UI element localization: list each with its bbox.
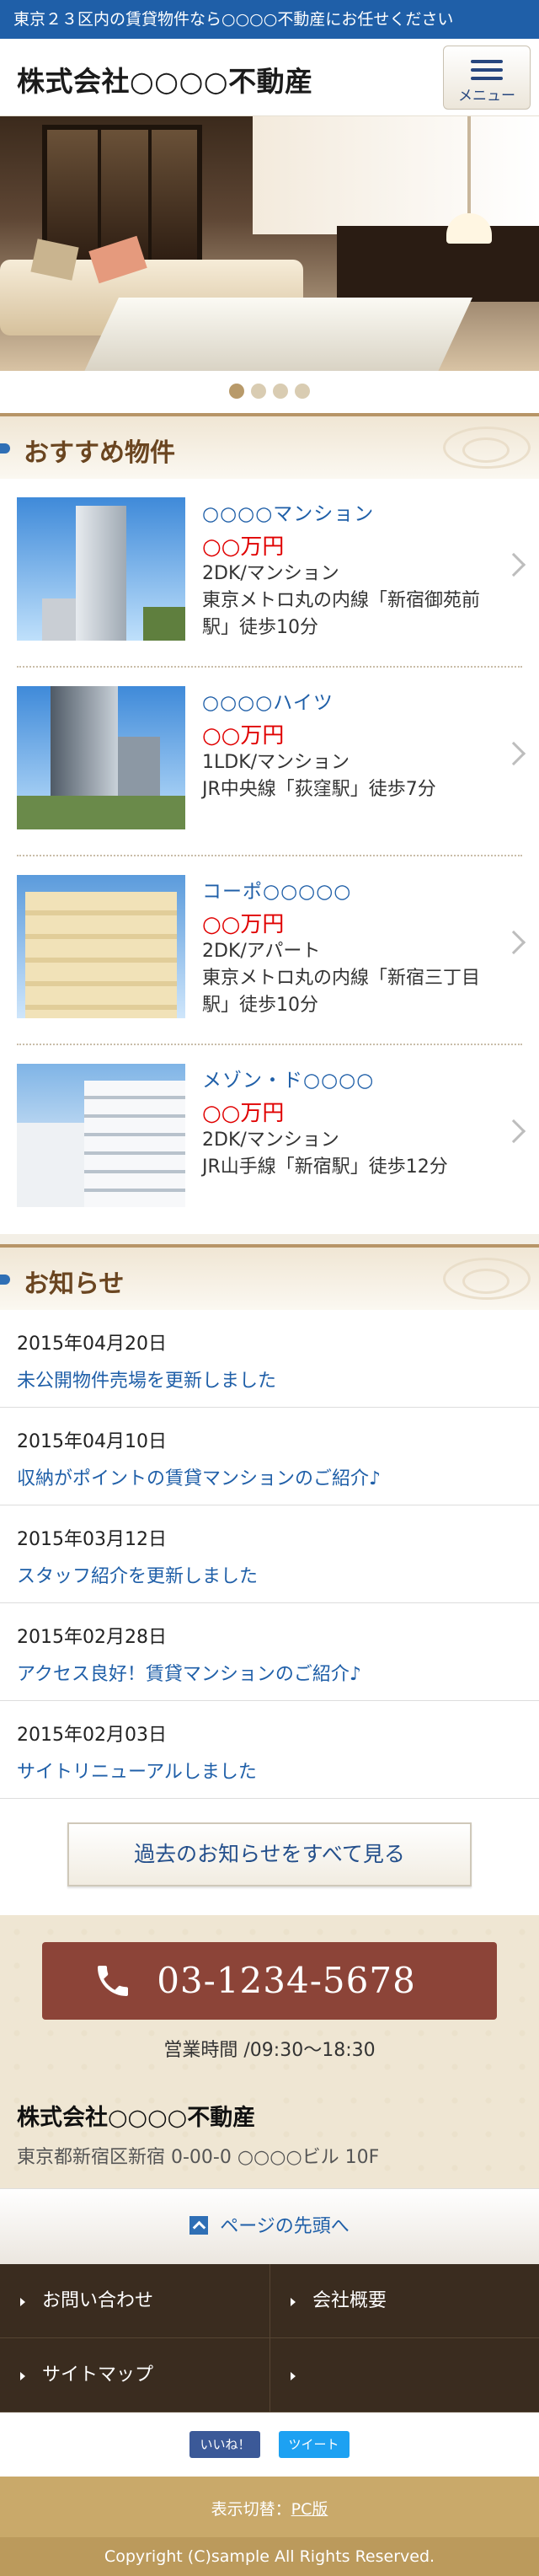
arrow-up-icon: [189, 2216, 209, 2235]
news-date: 2015年02月03日: [17, 1725, 167, 1746]
property-access: JR山手線「新宿駅」徒歩12分: [202, 1157, 448, 1178]
footer-link-contact[interactable]: お問い合わせ: [0, 2264, 270, 2337]
property-type: 2DK/アパート: [202, 941, 321, 962]
phone-call-button[interactable]: 03-1234-5678: [42, 1942, 497, 2020]
facebook-like-button[interactable]: いいね！: [189, 2431, 261, 2458]
top-announcement-bar: 東京２３区内の賃貸物件なら○○○○不動産にお任せください: [0, 0, 539, 39]
footer-link-label: お問い合わせ: [42, 2290, 154, 2311]
site-header: 株式会社○○○○不動産 メニュー: [0, 39, 539, 116]
social-buttons: いいね！ ツイート: [0, 2412, 539, 2477]
news-link[interactable]: 収納がポイントの賃貸マンションのご紹介♪: [17, 1463, 522, 1490]
phone-number: 03-1234-5678: [157, 1960, 416, 2001]
site-footer: 表示切替：PC版 Copyright (C)sample All Rights …: [0, 2477, 539, 2576]
news-link[interactable]: アクセス良好！賃貸マンションのご紹介♪: [17, 1659, 522, 1686]
business-hours: 営業時間 /09:30〜18:30: [163, 2040, 376, 2061]
news-item[interactable]: 2015年02月03日 サイトリニューアルしました: [0, 1701, 539, 1799]
property-type: 1LDK/マンション: [202, 752, 350, 773]
property-price: ○○万円: [202, 912, 285, 937]
news-link[interactable]: スタッフ紹介を更新しました: [17, 1561, 522, 1588]
slider-dot[interactable]: [229, 384, 244, 399]
heading-bullet-icon: [0, 443, 10, 453]
footer-link-about[interactable]: 会社概要: [270, 2264, 539, 2337]
property-access: 東京メトロ丸の内線「新宿御苑前駅」徒歩10分: [202, 590, 481, 638]
pc-version-link[interactable]: PC版: [291, 2500, 328, 2519]
news-date: 2015年04月10日: [17, 1431, 167, 1452]
news-date: 2015年04月20日: [17, 1334, 167, 1355]
news-item[interactable]: 2015年04月10日 収納がポイントの賃貸マンションのご紹介♪: [0, 1408, 539, 1505]
footer-link-label: サイトマップ: [42, 2364, 154, 2385]
property-photo: [17, 875, 185, 1018]
news-item[interactable]: 2015年04月20日 未公開物件売場を更新しました: [0, 1310, 539, 1408]
slider-dot[interactable]: [251, 384, 266, 399]
copyright-text: Copyright (C)sample All Rights Reserved.: [0, 2537, 539, 2576]
slider-dot[interactable]: [273, 384, 288, 399]
news-item[interactable]: 2015年03月12日 スタッフ紹介を更新しました: [0, 1505, 539, 1603]
property-item[interactable]: ○○○○マンション ○○万円 2DK/マンション 東京メトロ丸の内線「新宿御苑前…: [17, 479, 526, 668]
featured-section-title: おすすめ物件: [24, 438, 175, 468]
property-name[interactable]: メゾン・ド○○○○: [202, 1064, 497, 1092]
property-type: 2DK/マンション: [202, 1130, 339, 1151]
menu-button[interactable]: メニュー: [443, 46, 531, 110]
chevron-right-icon: [501, 741, 526, 766]
property-price: ○○万円: [202, 534, 285, 560]
footer-navigation: お問い合わせ 会社概要 サイトマップ: [0, 2264, 539, 2412]
twitter-tweet-button[interactable]: ツイート: [278, 2431, 350, 2458]
chevron-right-icon: [501, 552, 526, 577]
property-photo: [17, 686, 185, 829]
footer-link-label: 会社概要: [312, 2290, 387, 2311]
top-announcement-text: 東京２３区内の賃貸物件なら○○○○不動産にお任せください: [13, 10, 454, 29]
contact-block: 03-1234-5678 営業時間 /09:30〜18:30 株式会社○○○○不…: [0, 1915, 539, 2188]
property-price: ○○万円: [202, 1101, 285, 1126]
news-all-button[interactable]: 過去のお知らせをすべて見る: [67, 1822, 472, 1886]
page-top-link[interactable]: ページの先頭へ: [0, 2188, 539, 2264]
property-name[interactable]: コーポ○○○○○: [202, 875, 497, 904]
property-name[interactable]: ○○○○マンション: [202, 497, 497, 526]
footer-nav-empty-cell: [270, 2338, 539, 2412]
display-switch-label: 表示切替：: [211, 2500, 291, 2519]
chevron-right-icon: [501, 1119, 526, 1144]
news-item[interactable]: 2015年02月28日 アクセス良好！賃貸マンションのご紹介♪: [0, 1603, 539, 1701]
property-item[interactable]: メゾン・ド○○○○ ○○万円 2DK/マンション JR山手線「新宿駅」徒歩12分: [17, 1045, 526, 1234]
heading-bullet-icon: [0, 1275, 10, 1285]
hero-slider-image[interactable]: [0, 116, 539, 371]
property-item[interactable]: コーポ○○○○○ ○○万円 2DK/アパート 東京メトロ丸の内線「新宿三丁目駅」…: [17, 856, 526, 1045]
news-link[interactable]: サイトリニューアルしました: [17, 1757, 522, 1784]
hamburger-icon: [471, 60, 503, 80]
property-price: ○○万円: [202, 723, 285, 749]
page-top-label: ページの先頭へ: [220, 2216, 350, 2237]
menu-button-label: メニュー: [458, 88, 515, 105]
ornament-swirl-icon: [443, 1258, 531, 1300]
news-link[interactable]: 未公開物件売場を更新しました: [17, 1366, 522, 1393]
footer-link-sitemap[interactable]: サイトマップ: [0, 2338, 270, 2412]
phone-icon: [98, 1966, 128, 1996]
property-type: 2DK/マンション: [202, 563, 339, 584]
property-item[interactable]: ○○○○ハイツ ○○万円 1LDK/マンション JR中央線「荻窪駅」徒歩7分: [17, 668, 526, 856]
site-title[interactable]: 株式会社○○○○不動産: [17, 59, 313, 99]
property-photo: [17, 1064, 185, 1207]
featured-section-heading: おすすめ物件: [0, 413, 539, 479]
slider-dot[interactable]: [295, 384, 310, 399]
news-date: 2015年02月28日: [17, 1627, 167, 1648]
ornament-swirl-icon: [443, 427, 531, 469]
chevron-right-icon: [501, 930, 526, 955]
property-access: 東京メトロ丸の内線「新宿三丁目駅」徒歩10分: [202, 968, 481, 1016]
company-name: 株式会社○○○○不動産: [17, 2105, 256, 2131]
property-photo: [17, 497, 185, 641]
property-name[interactable]: ○○○○ハイツ: [202, 686, 497, 715]
property-access: JR中央線「荻窪駅」徒歩7分: [202, 779, 436, 800]
featured-property-list: ○○○○マンション ○○万円 2DK/マンション 東京メトロ丸の内線「新宿御苑前…: [0, 479, 539, 1234]
display-switch: 表示切替：PC版: [0, 2477, 539, 2520]
news-section-heading: お知らせ: [0, 1244, 539, 1310]
company-address: 東京都新宿区新宿 0-00-0 ○○○○ビル 10F: [17, 2147, 380, 2168]
news-date: 2015年03月12日: [17, 1529, 167, 1550]
slider-pagination: [0, 371, 539, 413]
news-section-title: お知らせ: [24, 1269, 125, 1299]
news-list: 2015年04月20日 未公開物件売場を更新しました 2015年04月10日 収…: [0, 1310, 539, 1799]
company-info: 株式会社○○○○不動産 東京都新宿区新宿 0-00-0 ○○○○ビル 10F: [17, 2099, 539, 2169]
news-all-wrapper: 過去のお知らせをすべて見る: [0, 1799, 539, 1915]
